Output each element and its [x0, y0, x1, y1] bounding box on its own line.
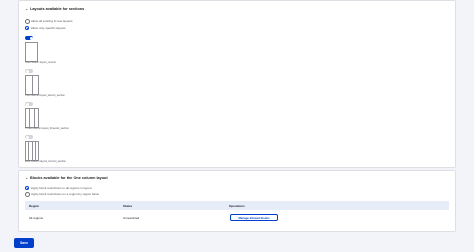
apply-all-regions-label: Apply block restrictions to all regions … [31, 186, 92, 190]
sections-panel-title[interactable]: Layouts available for sections [30, 7, 84, 11]
four-column-layout-icon [25, 141, 39, 161]
save-button[interactable]: Save [14, 238, 34, 248]
four-column-toggle[interactable] [25, 135, 33, 139]
three-column-layout-icon [25, 108, 39, 128]
manage-allowed-blocks-button[interactable]: Manage allowed blocks [230, 213, 278, 221]
four-column-caption: Four column layout_fourcol_section [25, 160, 66, 163]
region-column-header: Region [29, 204, 40, 208]
apply-per-region-label: Apply block restrictions on a region-by-… [31, 192, 99, 196]
chevron-down-icon[interactable]: ⌄ [25, 6, 28, 11]
apply-all-regions-radio[interactable] [25, 186, 30, 191]
one-column-layout-icon [25, 42, 38, 62]
sections-layout-panel: ⌄ Layouts available for sections Allow a… [18, 0, 456, 168]
one-column-caption: One column layout_onecol [25, 61, 56, 64]
table-header: Region Status Operations [25, 201, 449, 210]
allow-all-layouts-radio[interactable] [25, 19, 31, 25]
table-row: All regions Unrestricted Manage allowed … [25, 210, 449, 224]
two-column-toggle[interactable] [25, 69, 33, 73]
allow-specific-layouts-label: Allow only specific layouts [31, 26, 66, 30]
three-column-toggle[interactable] [25, 102, 33, 106]
blocks-panel: ⌄ Blocks available for the One column la… [18, 170, 456, 232]
one-column-toggle[interactable] [25, 36, 33, 40]
chevron-down-icon[interactable]: ⌄ [25, 175, 28, 180]
apply-per-region-radio[interactable] [25, 192, 31, 198]
allow-all-layouts-label: Allow all existing & new layouts [31, 19, 73, 23]
blocks-panel-title[interactable]: Blocks available for the One column layo… [30, 176, 108, 180]
operations-column-header: Operations [229, 204, 245, 208]
status-cell: Unrestricted [123, 215, 140, 220]
allow-specific-layouts-radio[interactable] [25, 26, 30, 31]
two-column-caption: Two column layout_twocol_section [25, 94, 65, 97]
two-column-layout-icon [25, 75, 39, 95]
region-cell: All regions [29, 215, 44, 220]
status-column-header: Status [123, 204, 133, 208]
three-column-caption: Three column layout_threecol_section [25, 127, 69, 130]
